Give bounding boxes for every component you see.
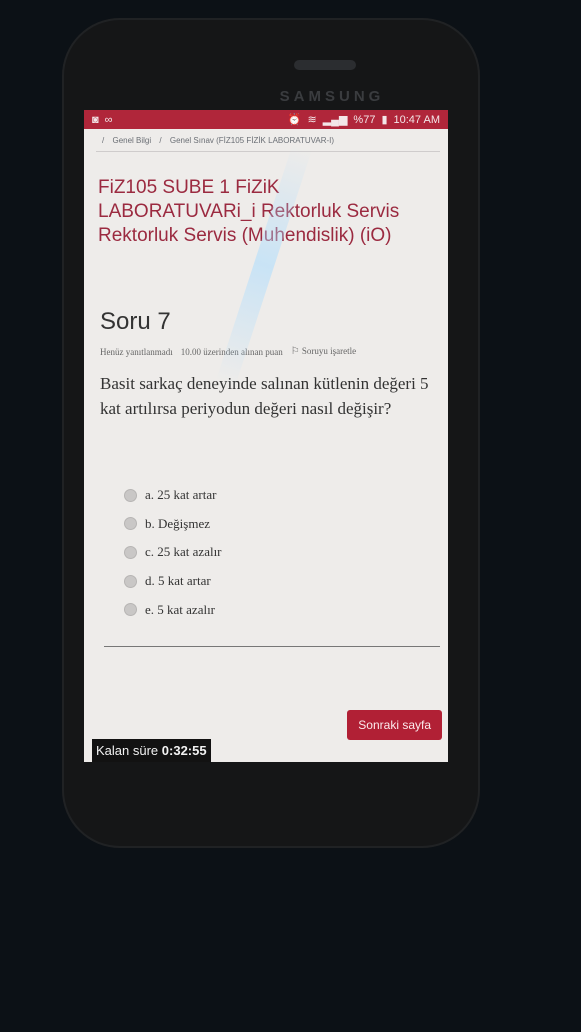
battery-icon: ▮ (381, 114, 388, 126)
answer-label: a. 25 kat artar (145, 487, 217, 503)
radio-button[interactable] (124, 545, 137, 559)
notification-icon: ◙ (92, 113, 99, 126)
answer-option-c[interactable]: c. 25 kat azalır (124, 538, 436, 567)
timer-value: 0:32:55 (161, 743, 207, 758)
app-icon: ∞ (104, 113, 113, 126)
answer-label: c. 25 kat azalır (145, 544, 222, 560)
divider (104, 645, 440, 647)
radio-button[interactable] (124, 574, 137, 588)
status-left: ◙ ∞ (92, 114, 113, 126)
clock: 10:47 AM (393, 113, 440, 126)
question-points: 10.00 üzerinden alınan puan (180, 346, 283, 357)
wifi-icon: ≋ (307, 114, 317, 126)
breadcrumb-item-exam[interactable]: Genel Sınav (FİZ105 FİZİK LABORATUVAR-I) (170, 136, 334, 145)
screen: ◙ ∞ ⏰ ≋ ▂▄▆ %77 ▮ 10:47 AM / Genel Bilgi… (84, 110, 448, 762)
next-page-button[interactable]: Sonraki sayfa (347, 710, 442, 740)
breadcrumb-separator: / (102, 136, 105, 145)
question-title: Soru 7 (100, 308, 171, 335)
radio-button[interactable] (124, 603, 137, 617)
battery-level: %77 (353, 113, 376, 126)
answer-option-b[interactable]: b. Değişmez (124, 510, 436, 539)
answer-option-a[interactable]: a. 25 kat artar (124, 481, 436, 510)
question-text: Basit sarkaç deneyinde salınan kütlenin … (100, 374, 429, 418)
status-bar: ◙ ∞ ⏰ ≋ ▂▄▆ %77 ▮ 10:47 AM (84, 110, 448, 129)
earpiece (294, 60, 356, 70)
breadcrumb-item-genel-bilgi[interactable]: Genel Bilgi (112, 136, 151, 145)
status-right: ⏰ ≋ ▂▄▆ %77 ▮ 10:47 AM (287, 113, 440, 127)
flag-label: Soruyu işaretle (301, 346, 357, 356)
flag-icon: ⚐ (290, 346, 300, 357)
radio-button[interactable] (124, 517, 137, 531)
answer-list: a. 25 kat artar b. Değişmez c. 25 kat az… (124, 481, 436, 624)
answer-label: e. 5 kat azalır (145, 601, 216, 617)
answer-label: d. 5 kat artar (145, 573, 211, 589)
brand-logo: SAMSUNG (279, 88, 385, 105)
answer-option-d[interactable]: d. 5 kat artar (124, 567, 436, 596)
alarm-icon: ⏰ (287, 114, 302, 126)
breadcrumb: / Genel Bilgi / Genel Sınav (FİZ105 FİZİ… (96, 131, 440, 152)
question-meta: Henüz yanıtlanmadı 10.00 üzerinden alına… (100, 346, 436, 357)
remaining-time: Kalan süre 0:32:55 (92, 739, 211, 762)
question-status: Henüz yanıtlanmadı (100, 346, 173, 357)
radio-button[interactable] (124, 488, 137, 502)
timer-label: Kalan süre (96, 743, 159, 758)
signal-icon: ▂▄▆ (322, 114, 348, 126)
answer-label: b. Değişmez (145, 515, 210, 531)
breadcrumb-separator: / (159, 136, 162, 145)
answer-option-e[interactable]: e. 5 kat azalır (124, 595, 436, 624)
flag-question-link[interactable]: ⚐ Soruyu işaretle (291, 346, 356, 357)
question-box: Soru 7 Henüz yanıtlanmadı 10.00 üzerinde… (100, 308, 436, 624)
course-title: FiZ105 SUBE 1 FiZiK LABORATUVARi_i Rekto… (98, 177, 400, 246)
